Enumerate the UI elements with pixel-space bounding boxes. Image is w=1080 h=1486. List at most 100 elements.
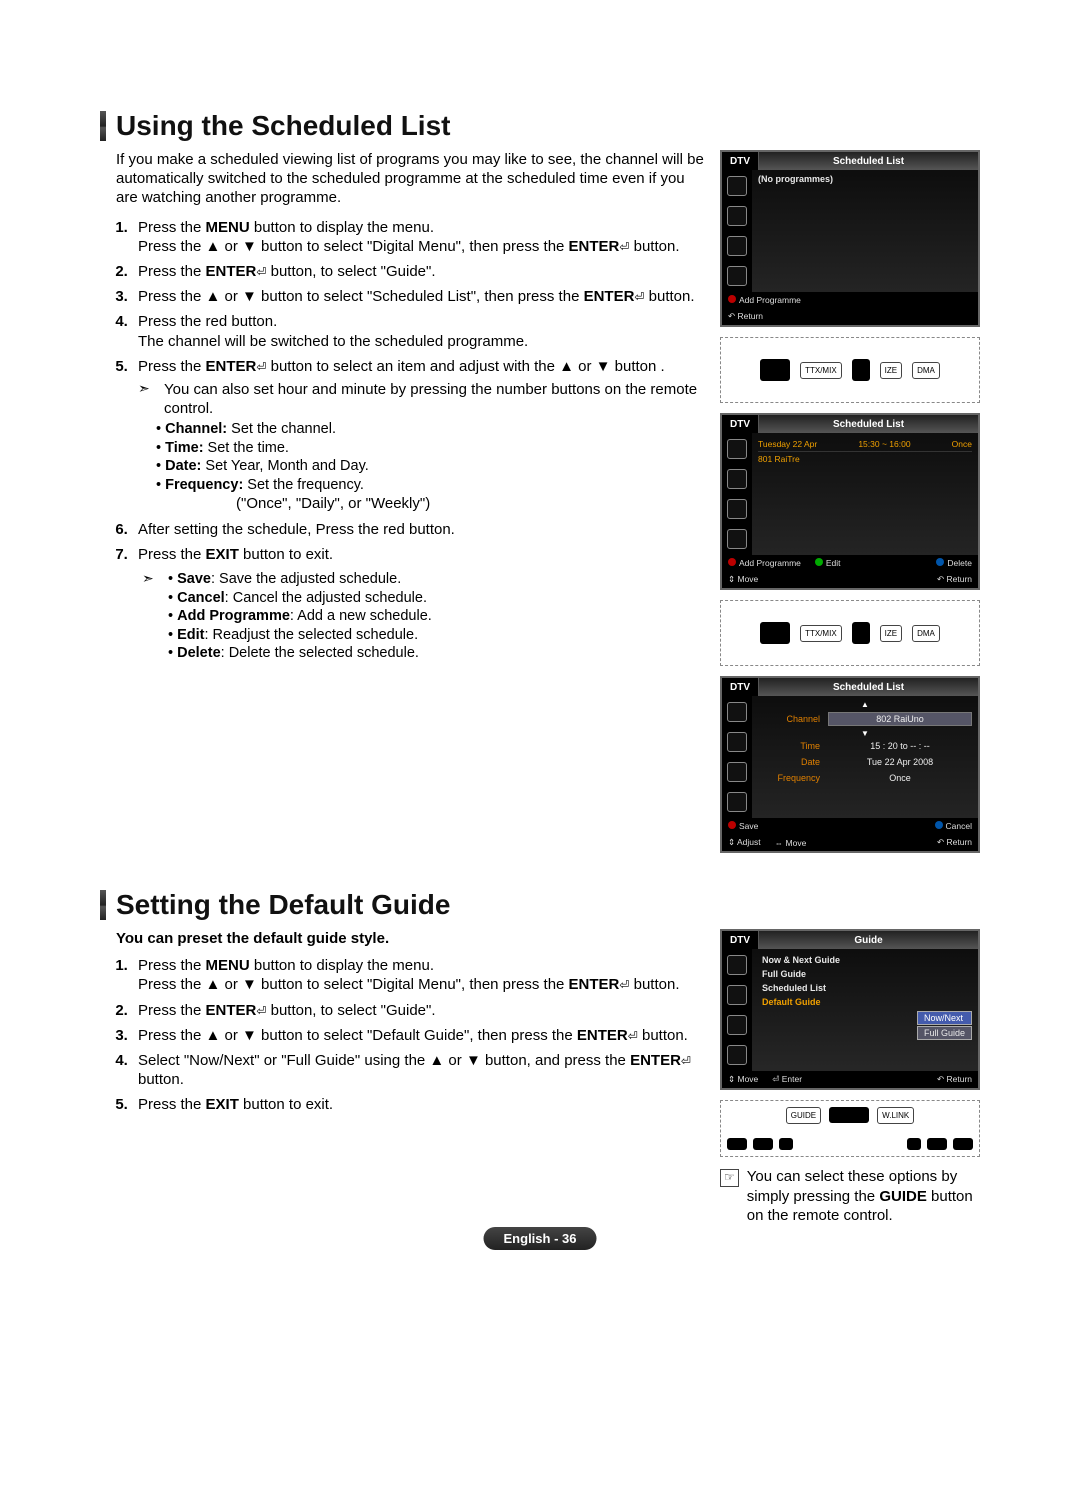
- enter-label: ENTER: [569, 238, 620, 255]
- text: button to exit.: [239, 546, 333, 563]
- note-number-buttons: You can also set hour and minute by pres…: [138, 380, 704, 418]
- edit-hint: Edit: [815, 558, 841, 568]
- adjust-hint: ⇕ Adjust: [728, 837, 761, 848]
- detail-frequency: FrequencyOnce: [756, 770, 974, 786]
- cancel-hint: Cancel: [935, 821, 972, 831]
- dtv-badge: DTV: [722, 152, 759, 170]
- osd-sidebar: [722, 696, 752, 818]
- guide-item-scheduled: Scheduled List: [758, 981, 972, 995]
- menu-icon: [727, 469, 747, 489]
- text: Press the ▲ or ▼ button to select "Sched…: [138, 288, 584, 305]
- text: button to select an item and adjust with…: [266, 358, 664, 375]
- opt-date: Date: Set Year, Month and Day.: [156, 457, 704, 476]
- remote-button-shape: [907, 1138, 921, 1150]
- step-3: Press the ▲ or ▼ button to select "Sched…: [132, 287, 704, 306]
- opt-time: Time: Set the time.: [156, 439, 704, 458]
- remote-button-shape: [852, 359, 870, 381]
- guide-label: GUIDE: [879, 1188, 927, 1205]
- s2-step-1: Press the MENU button to display the men…: [132, 956, 704, 994]
- remote-button-shape: [753, 1138, 773, 1150]
- ttx-mix-button: TTX/MIX: [800, 362, 842, 379]
- dtv-badge: DTV: [722, 678, 759, 696]
- osd-sidebar: [722, 170, 752, 292]
- section-bar-icon: [100, 890, 106, 920]
- step-7: Press the EXIT button to exit.: [132, 545, 704, 564]
- remote-button-shape: [852, 622, 870, 644]
- detail-channel: Channel802 RaiUno: [756, 709, 974, 729]
- section1-intro: If you make a scheduled viewing list of …: [100, 150, 704, 208]
- remote-button-shape: [760, 359, 790, 381]
- section2-title: Setting the Default Guide: [116, 889, 450, 921]
- detail-time: Time15 : 20 to -- : --: [756, 738, 974, 754]
- text: button, to select "Guide".: [266, 1002, 435, 1019]
- section1-title: Using the Scheduled List: [116, 110, 450, 142]
- opt-frequency: Frequency: Set the frequency.: [156, 476, 704, 495]
- remote-button-shape: [953, 1138, 973, 1150]
- menu-icon: [727, 762, 747, 782]
- return-hint: ↶ Return: [937, 837, 972, 848]
- save-hint: Save: [728, 821, 758, 831]
- step-4: Press the red button. The channel will b…: [132, 312, 704, 350]
- row-once: Once: [952, 439, 972, 449]
- page-footer: English - 36: [484, 1227, 597, 1250]
- menu-icon: [727, 732, 747, 752]
- text: Press the ▲ or ▼ button to select "Digit…: [138, 976, 569, 993]
- text: button to display the menu.: [250, 957, 434, 974]
- move-hint: ⇕ Move: [728, 1074, 758, 1085]
- text: button.: [638, 1027, 688, 1044]
- menu-icon: [727, 439, 747, 459]
- dtv-badge: DTV: [722, 415, 759, 433]
- add-programme-hint: Add Programme: [728, 558, 801, 568]
- detail-date: DateTue 22 Apr 2008: [756, 754, 974, 770]
- text: Press the: [138, 1002, 206, 1019]
- step-6: After setting the schedule, Press the re…: [132, 520, 704, 539]
- move-hint: ⇔ Move: [775, 838, 807, 848]
- guide-item-full: Full Guide: [758, 967, 972, 981]
- text: Press the: [138, 219, 206, 236]
- enter-icon: ⏎: [256, 360, 266, 374]
- step-5: Press the ENTER⏎ button to select an ite…: [132, 357, 704, 514]
- text: button.: [644, 288, 694, 305]
- return-hint: ↶ Return: [728, 311, 763, 322]
- exit-label: EXIT: [206, 1096, 239, 1113]
- enter-icon: ⏎: [628, 1029, 638, 1043]
- osd-sidebar: [722, 433, 752, 555]
- text: button.: [629, 976, 679, 993]
- row-time: 15:30 ~ 16:00: [858, 439, 910, 449]
- fn-edit: Edit: Readjust the selected schedule.: [168, 626, 704, 645]
- remote-control-strip: TTX/MIX IZE DMA: [720, 337, 980, 403]
- enter-label: ENTER: [206, 263, 257, 280]
- menu-icon: [727, 955, 747, 975]
- row-channel: 801 RaiTre: [758, 452, 972, 466]
- menu-icon: [727, 499, 747, 519]
- ize-button: IZE: [880, 362, 902, 379]
- text: Press the red button.: [138, 313, 277, 330]
- s2-step-4: Select "Now/Next" or "Full Guide" using …: [132, 1051, 704, 1089]
- menu-label: MENU: [206, 219, 250, 236]
- dma-button: DMA: [912, 625, 940, 642]
- dma-button: DMA: [912, 362, 940, 379]
- osd-scheduled-list-empty: DTV Scheduled List (No programmes) A: [720, 150, 980, 327]
- guide-button: GUIDE: [786, 1107, 821, 1124]
- text: button to display the menu.: [250, 219, 434, 236]
- ttx-mix-button: TTX/MIX: [800, 625, 842, 642]
- no-programmes-text: (No programmes): [758, 174, 972, 184]
- menu-label: MENU: [206, 957, 250, 974]
- menu-icon: [727, 1015, 747, 1035]
- menu-icon: [727, 206, 747, 226]
- remote-button-shape: [760, 622, 790, 644]
- option-now-next: Now/Next: [917, 1011, 972, 1025]
- row-day: Tuesday 22 Apr: [758, 439, 817, 449]
- fn-save: Save: Save the adjusted schedule.: [168, 570, 704, 589]
- text: Press the: [138, 263, 206, 280]
- menu-icon: [727, 266, 747, 286]
- osd-title: Scheduled List: [759, 415, 978, 433]
- s2-step-3: Press the ▲ or ▼ button to select "Defau…: [132, 1026, 704, 1045]
- text: Press the ▲ or ▼ button to select "Digit…: [138, 238, 569, 255]
- remote-button-shape: [727, 1138, 747, 1150]
- guide-item-default: Default Guide: [758, 995, 972, 1009]
- s2-step-5: Press the EXIT button to exit.: [132, 1095, 704, 1114]
- wlink-button: W.LINK: [877, 1107, 914, 1124]
- fn-delete: Delete: Delete the selected schedule.: [168, 644, 704, 663]
- enter-icon: ⏎: [619, 240, 629, 254]
